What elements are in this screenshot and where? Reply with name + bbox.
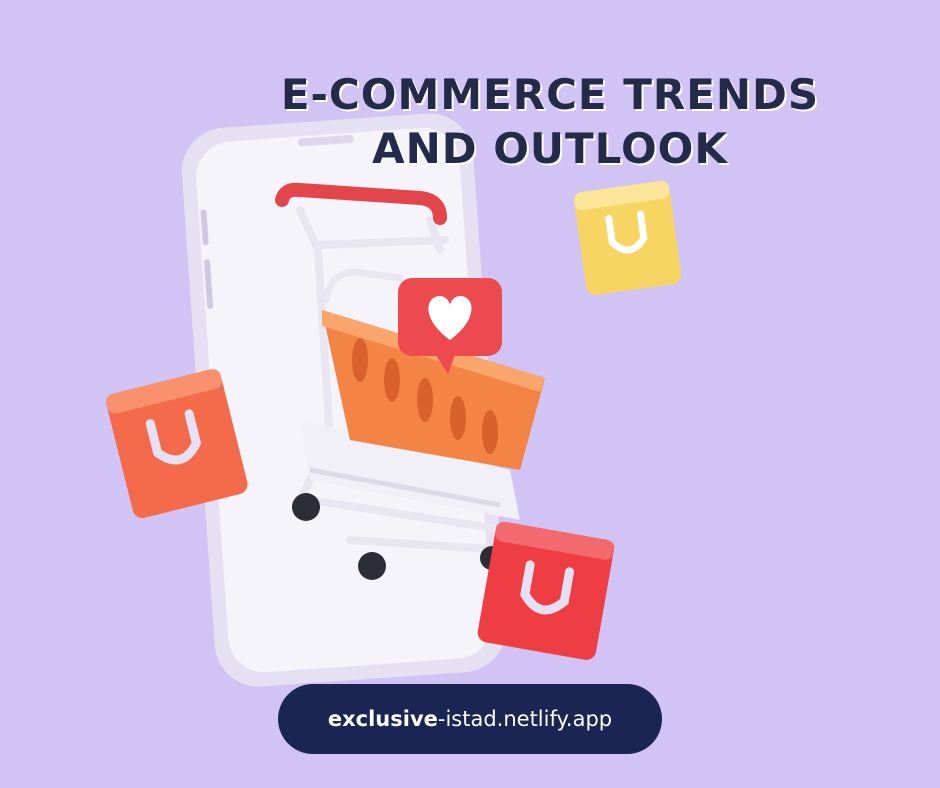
- link-rest: -istad.netlify.app: [437, 707, 613, 731]
- page-title: E-COMMERCE TRENDS AND OUTLOOK: [240, 68, 860, 176]
- shopping-bag-icon: [573, 180, 682, 295]
- website-link-button[interactable]: exclusive -istad.netlify.app: [278, 684, 662, 754]
- title-line-1: E-COMMERCE TRENDS: [280, 70, 820, 119]
- banner-canvas: E-COMMERCE TRENDS AND OUTLOOK exclusive -…: [0, 0, 940, 788]
- shopping-bag-icon: [477, 521, 615, 660]
- title-line-2: AND OUTLOOK: [372, 124, 728, 173]
- link-bold-part: exclusive: [327, 707, 438, 731]
